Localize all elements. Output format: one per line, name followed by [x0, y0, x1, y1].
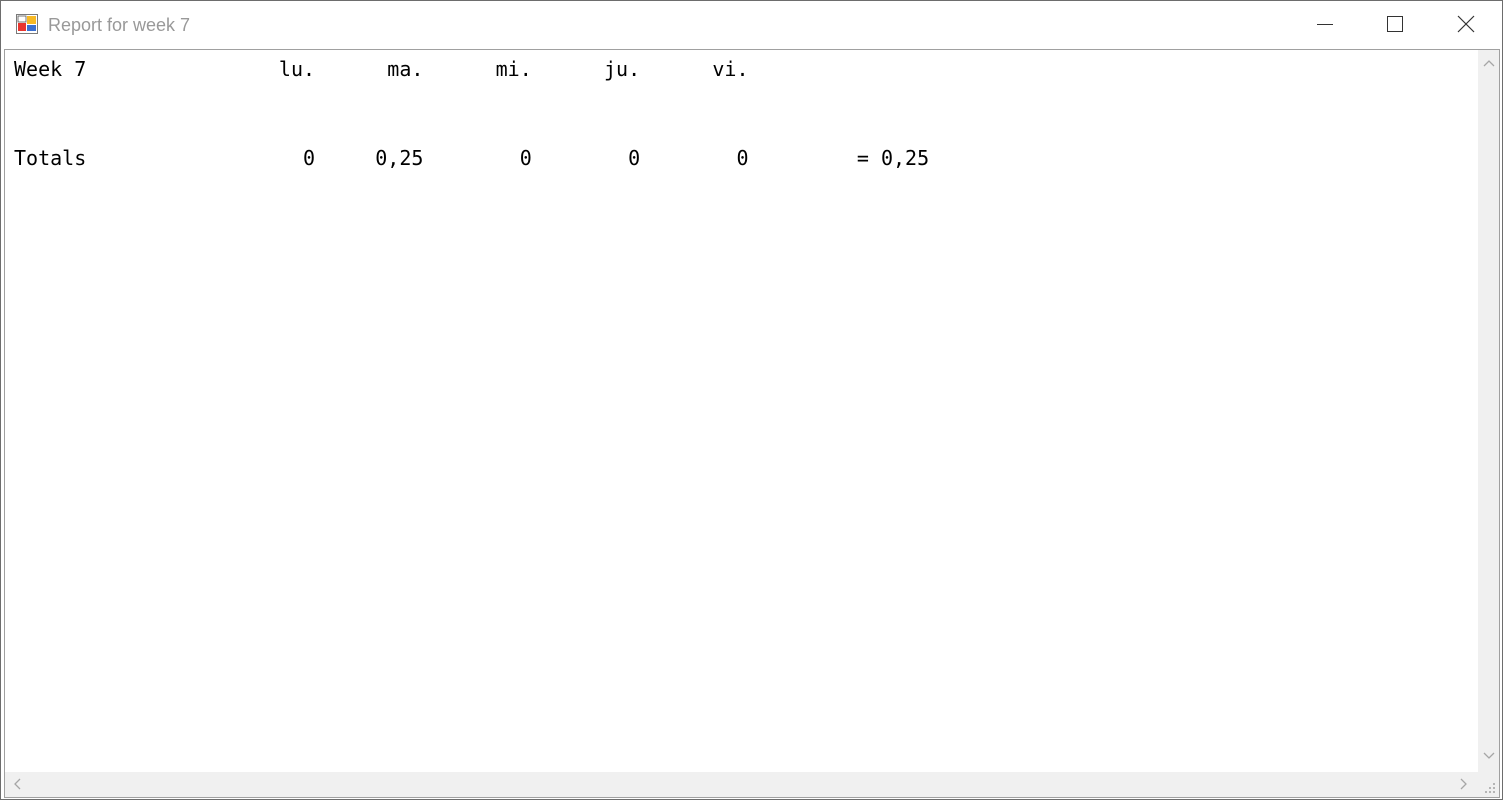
report-window: Report for week 7 Week 7 lu. ma. mi. ju.	[0, 0, 1503, 800]
report-header-line: Week 7 lu. ma. mi. ju. vi.	[14, 57, 749, 81]
arrow-left-icon[interactable]	[10, 776, 26, 792]
report-text-area[interactable]: Week 7 lu. ma. mi. ju. vi. Totals 0 0,25…	[5, 50, 1478, 772]
arrow-right-icon[interactable]	[1455, 776, 1471, 792]
close-button[interactable]	[1431, 1, 1501, 47]
horizontal-scrollbar[interactable]	[5, 772, 1478, 797]
window-title: Report for week 7	[48, 15, 191, 35]
close-icon	[1457, 15, 1475, 33]
vertical-scrollbar[interactable]	[1478, 50, 1499, 772]
resize-grip[interactable]	[1478, 772, 1499, 797]
maximize-button[interactable]	[1360, 1, 1430, 47]
maximize-icon	[1387, 16, 1403, 32]
report-totals-line: Totals 0 0,25 0 0 0 = 0,25	[14, 146, 930, 170]
minimize-button[interactable]	[1290, 1, 1360, 47]
arrow-down-icon[interactable]	[1481, 747, 1497, 763]
app-icon	[16, 14, 38, 34]
minimize-icon	[1317, 24, 1333, 25]
arrow-up-icon[interactable]	[1481, 56, 1497, 72]
resize-grip-icon	[1485, 783, 1495, 793]
report-textbox[interactable]: Week 7 lu. ma. mi. ju. vi. Totals 0 0,25…	[4, 49, 1500, 798]
title-bar[interactable]: Report for week 7	[1, 1, 1502, 48]
